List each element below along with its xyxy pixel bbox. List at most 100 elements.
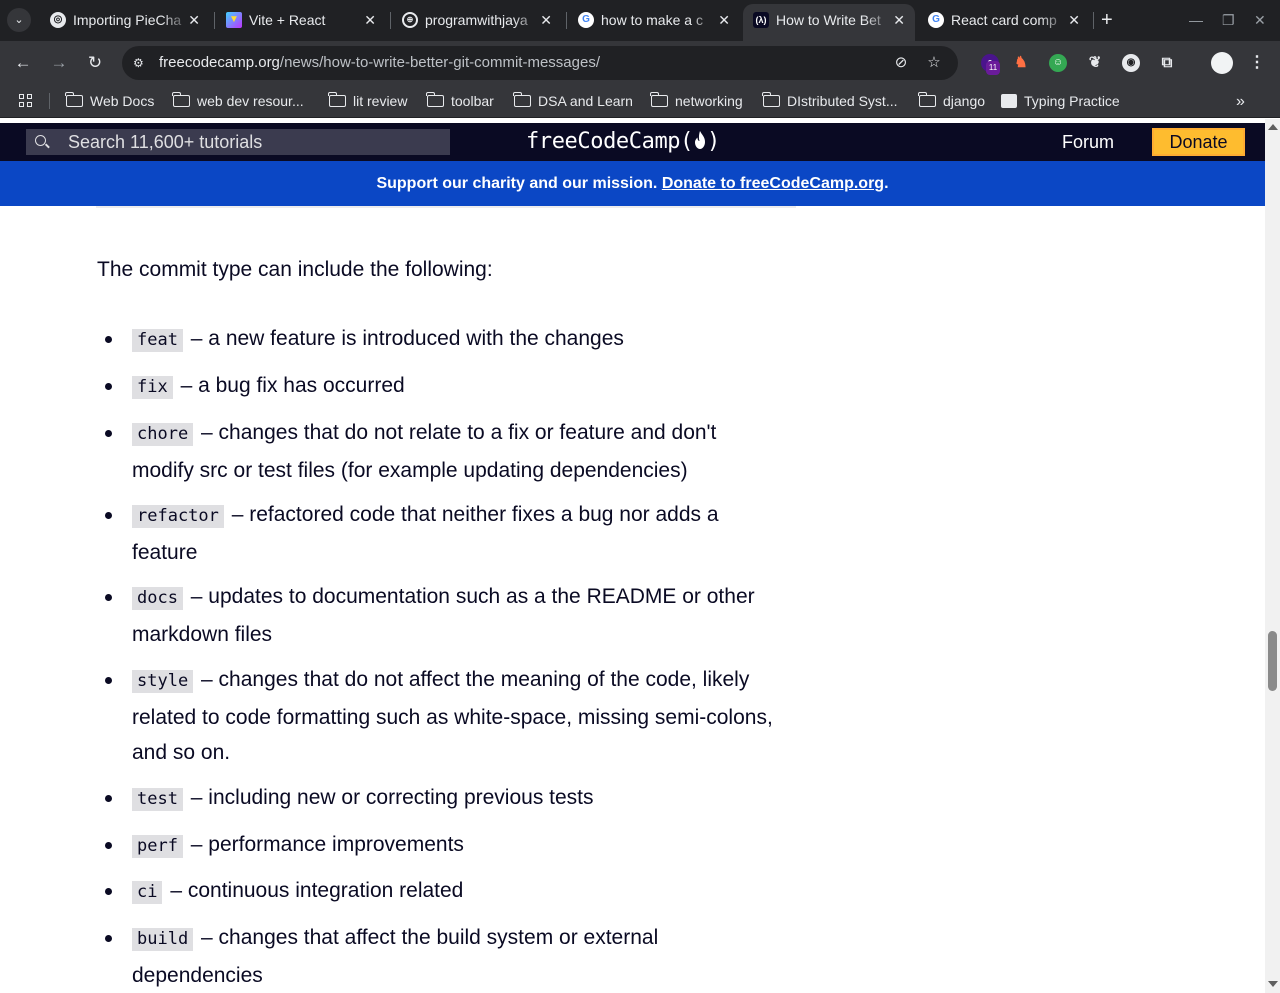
bullet-icon bbox=[105, 888, 112, 895]
extension-fox-icon[interactable]: ♞ bbox=[1012, 54, 1030, 72]
search-icon bbox=[35, 135, 46, 146]
bookmark-folder[interactable]: DIstributed Syst... bbox=[762, 85, 897, 118]
support-banner: Support our charity and our mission. Don… bbox=[0, 161, 1265, 206]
profile-avatar[interactable] bbox=[1211, 52, 1233, 74]
extension-robot-icon[interactable]: ☺ bbox=[1049, 54, 1067, 72]
bullet-icon bbox=[105, 795, 112, 802]
code-chip: fix bbox=[132, 376, 173, 399]
article-divider bbox=[96, 206, 796, 208]
freecodecamp-logo[interactable]: freeCodeCamp() bbox=[526, 124, 720, 160]
forum-link[interactable]: Forum bbox=[1062, 123, 1114, 161]
folder-icon bbox=[426, 92, 444, 107]
puzzle-icon[interactable]: ⧉ bbox=[1158, 54, 1176, 72]
tab-item[interactable]: ▼ Vite + React ✕ bbox=[216, 5, 386, 35]
bullet-icon bbox=[105, 842, 112, 849]
bookmarks-divider bbox=[49, 93, 50, 109]
code-chip: test bbox=[132, 788, 183, 811]
bullet-icon bbox=[105, 594, 112, 601]
reload-icon[interactable]: ↻ bbox=[84, 52, 106, 74]
tab-item-active[interactable]: (λ) How to Write Bet ✕ bbox=[743, 4, 915, 41]
bullet-icon bbox=[105, 935, 112, 942]
donate-button[interactable]: Donate bbox=[1152, 128, 1245, 156]
eye-slash-icon[interactable]: ⊘ bbox=[892, 54, 910, 72]
bullet-icon bbox=[105, 383, 112, 390]
close-icon[interactable]: ✕ bbox=[893, 4, 905, 36]
freecodecamp-icon: (λ) bbox=[753, 12, 769, 28]
close-icon[interactable]: ✕ bbox=[364, 5, 376, 35]
tab-item[interactable]: ◎ Importing PieCha ✕ bbox=[40, 5, 210, 35]
kebab-menu-icon[interactable]: ⋮ bbox=[1248, 54, 1266, 72]
star-bookmark-icon[interactable]: ☆ bbox=[925, 54, 943, 72]
new-tab-button[interactable]: + bbox=[1101, 8, 1113, 32]
page-scrollbar[interactable] bbox=[1265, 119, 1280, 993]
google-icon: G bbox=[578, 12, 594, 28]
bookmark-folder[interactable]: networking bbox=[650, 85, 743, 118]
tab-item[interactable]: G React card comp ✕ bbox=[918, 5, 1090, 35]
tab-separator bbox=[1093, 12, 1094, 29]
bullet-icon bbox=[105, 430, 112, 437]
bookmarks-overflow-icon[interactable]: » bbox=[1236, 85, 1245, 118]
banner-donate-link[interactable]: Donate to freeCodeCamp.org bbox=[662, 175, 884, 192]
scrollbar-thumb[interactable] bbox=[1268, 631, 1277, 691]
tab-separator bbox=[566, 12, 567, 29]
banner-text: Support our charity and our mission. bbox=[376, 175, 658, 192]
code-chip: refactor bbox=[132, 505, 224, 528]
code-chip: perf bbox=[132, 835, 183, 858]
scroll-down-arrow-icon[interactable] bbox=[1268, 981, 1278, 987]
folder-icon bbox=[650, 92, 668, 107]
tab-separator bbox=[390, 12, 391, 29]
url-text[interactable]: freecodecamp.org/news/how-to-write-bette… bbox=[159, 46, 600, 80]
bookmark-folder[interactable]: django bbox=[918, 85, 985, 118]
bookmark-folder[interactable]: web dev resour... bbox=[172, 85, 304, 118]
tab-strip: ⌄ ◎ Importing PieCha ✕ ▼ Vite + React ✕ … bbox=[0, 0, 1280, 41]
bullet-icon bbox=[105, 512, 112, 519]
scroll-up-arrow-icon[interactable] bbox=[1268, 124, 1278, 130]
close-icon[interactable]: ✕ bbox=[718, 5, 730, 35]
globe-icon: ⊕ bbox=[402, 12, 418, 28]
fcc-navbar: freeCodeCamp() Forum Donate bbox=[0, 123, 1265, 161]
google-icon: G bbox=[928, 12, 944, 28]
close-icon[interactable]: ✕ bbox=[1068, 5, 1080, 35]
bullet-icon bbox=[105, 677, 112, 684]
code-chip: docs bbox=[132, 587, 183, 610]
tab-item[interactable]: ⊕ programwithjaya ✕ bbox=[392, 5, 562, 35]
extension-leaf-icon[interactable]: ❦ bbox=[1086, 54, 1104, 72]
close-window-icon[interactable]: ✕ bbox=[1254, 8, 1266, 32]
tab-search-button[interactable]: ⌄ bbox=[7, 8, 31, 32]
code-chip: feat bbox=[132, 329, 183, 352]
extension-circle-icon[interactable]: ◉ bbox=[1122, 54, 1140, 72]
tab-item[interactable]: G how to make a c ✕ bbox=[568, 5, 740, 35]
typing-icon bbox=[1001, 94, 1017, 108]
code-chip: build bbox=[132, 928, 194, 951]
bookmark-folder[interactable]: DSA and Learn bbox=[513, 85, 633, 118]
folder-icon bbox=[65, 92, 83, 107]
search-box bbox=[26, 129, 450, 155]
bullet-icon bbox=[105, 336, 112, 343]
code-chip: chore bbox=[132, 423, 194, 446]
back-arrow-icon[interactable]: ← bbox=[12, 52, 34, 74]
folder-icon bbox=[762, 92, 780, 107]
bookmark-folder[interactable]: lit review bbox=[328, 85, 407, 118]
close-icon[interactable]: ✕ bbox=[540, 5, 552, 35]
bookmark-folder[interactable]: toolbar bbox=[426, 85, 494, 118]
folder-icon bbox=[328, 92, 346, 107]
minimize-icon[interactable]: — bbox=[1189, 8, 1203, 32]
bookmark-folder[interactable]: Web Docs bbox=[65, 85, 154, 118]
code-chip: ci bbox=[132, 881, 163, 904]
chevron-down-icon: ⌄ bbox=[14, 14, 24, 26]
apps-grid-icon[interactable] bbox=[19, 94, 33, 108]
forward-arrow-icon[interactable]: → bbox=[48, 52, 70, 74]
folder-icon bbox=[172, 92, 190, 107]
bookmarks-bar: Web Docs web dev resour... lit review to… bbox=[0, 85, 1280, 118]
restore-icon[interactable]: ❐ bbox=[1222, 8, 1235, 32]
bookmark-page[interactable]: Typing Practice bbox=[1001, 85, 1120, 118]
address-bar[interactable]: ⚙ freecodecamp.org/news/how-to-write-bet… bbox=[122, 46, 958, 80]
vite-icon: ▼ bbox=[226, 12, 242, 28]
folder-icon bbox=[918, 92, 936, 107]
extension-badge: 11 bbox=[986, 61, 1000, 75]
search-input[interactable] bbox=[68, 129, 438, 155]
site-settings-icon[interactable]: ⚙ bbox=[133, 55, 149, 71]
tab-separator bbox=[214, 12, 215, 29]
close-icon[interactable]: ✕ bbox=[188, 5, 200, 35]
code-chip: style bbox=[132, 670, 194, 693]
